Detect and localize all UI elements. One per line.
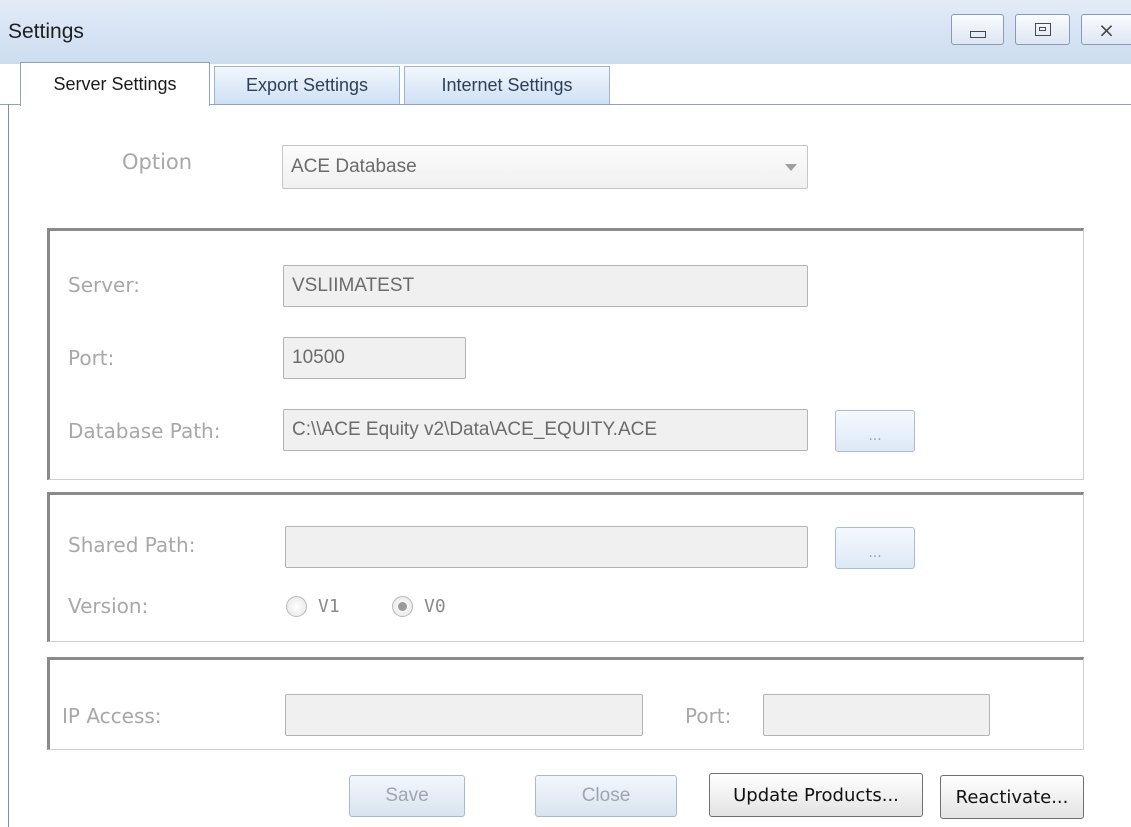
window-title: Settings — [8, 20, 84, 43]
database-path-browse-button[interactable]: ... — [835, 410, 915, 452]
option-select[interactable]: ACE Database — [282, 145, 808, 189]
port-label: Port: — [68, 346, 115, 370]
version-v0-radio[interactable] — [392, 596, 413, 617]
tab-export-settings[interactable]: Export Settings — [214, 66, 400, 104]
ip-access-input[interactable] — [285, 694, 643, 736]
version-v1-radio[interactable] — [286, 596, 307, 617]
server-input[interactable]: VSLIIMATEST — [283, 265, 808, 307]
option-selected-value: ACE Database — [291, 156, 417, 177]
tab-server-settings[interactable]: Server Settings — [20, 62, 210, 106]
update-products-button[interactable]: Update Products... — [709, 773, 923, 817]
reactivate-button[interactable]: Reactivate... — [940, 775, 1084, 819]
version-label: Version: — [68, 594, 149, 618]
minimize-button[interactable] — [951, 14, 1004, 45]
save-button[interactable]: Save — [349, 775, 465, 817]
shared-path-browse-button[interactable]: ... — [835, 527, 915, 569]
restore-icon — [1034, 23, 1051, 36]
maximize-button[interactable] — [1015, 14, 1070, 45]
ip-port-input[interactable] — [763, 694, 990, 736]
close-icon: ⨯ — [1098, 17, 1115, 42]
shared-path-input[interactable] — [285, 526, 808, 568]
server-label: Server: — [68, 273, 140, 297]
port-input[interactable]: 10500 — [283, 337, 466, 379]
database-path-label: Database Path: — [68, 419, 221, 443]
shared-path-label: Shared Path: — [68, 533, 196, 557]
tab-internet-settings[interactable]: Internet Settings — [404, 66, 610, 104]
close-button[interactable]: Close — [535, 775, 677, 817]
database-path-input[interactable]: C:\\ACE Equity v2\Data\ACE_EQUITY.ACE — [283, 409, 808, 451]
minimize-icon — [969, 31, 986, 38]
version-v1-label: V1 — [318, 596, 340, 617]
ip-port-label: Port: — [685, 704, 732, 728]
chevron-down-icon — [785, 164, 797, 171]
ip-access-label: IP Access: — [62, 704, 162, 728]
window-left-border — [8, 104, 9, 827]
option-label: Option — [122, 150, 193, 174]
version-v0-label: V0 — [424, 596, 446, 617]
close-window-button[interactable]: ⨯ — [1081, 14, 1131, 45]
